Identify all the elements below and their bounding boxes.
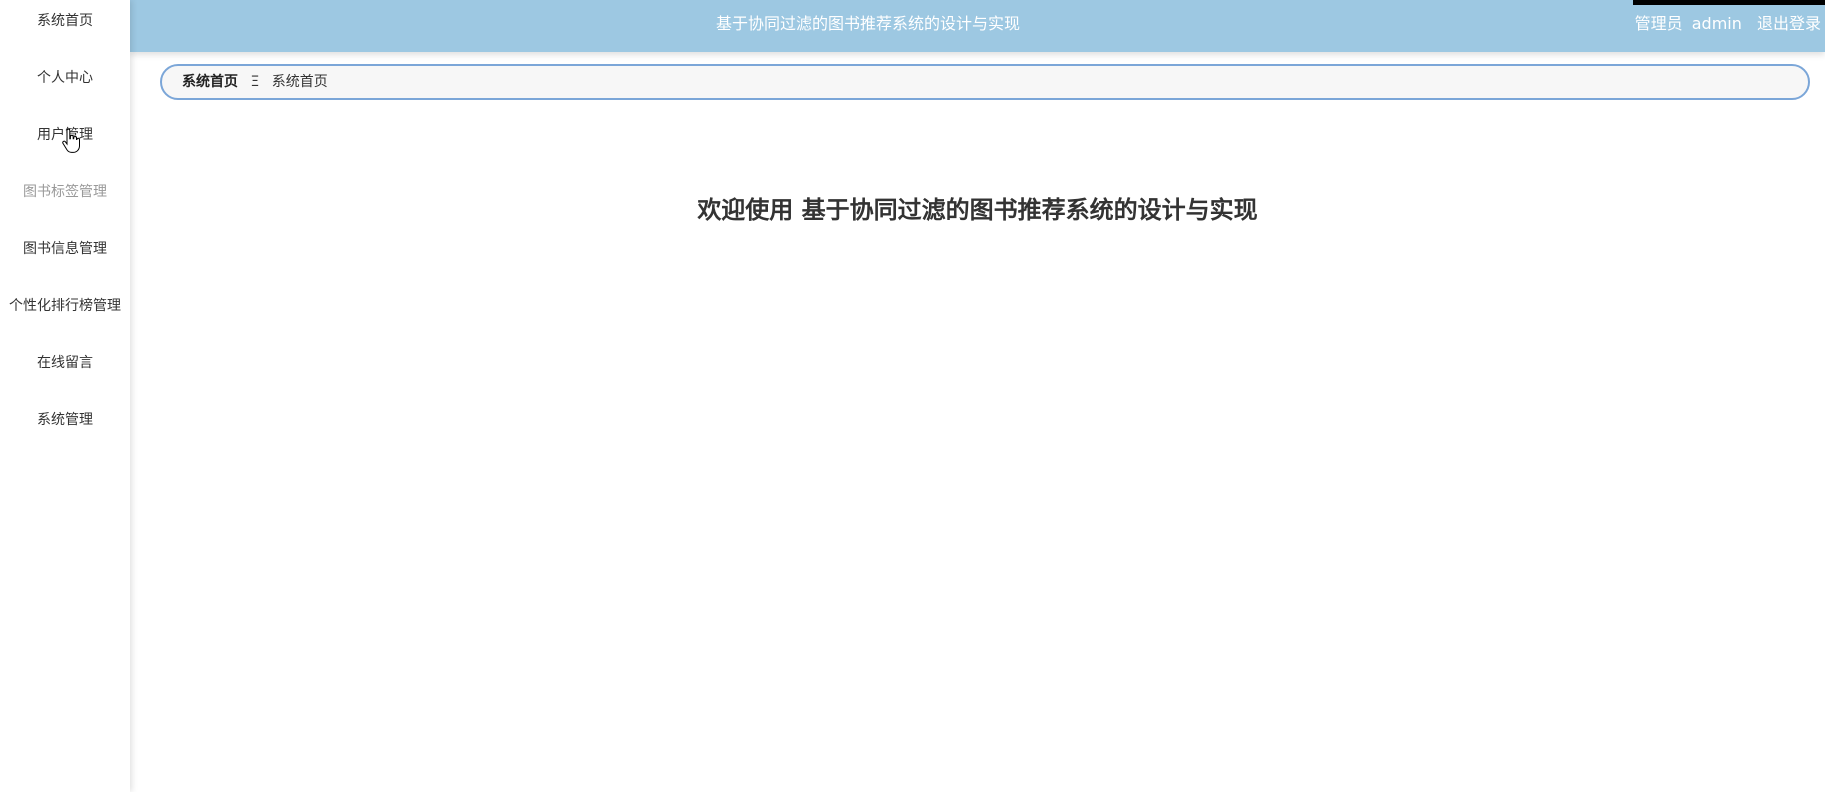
sidebar-item-label: 个人中心	[37, 70, 93, 86]
app-window: 系统首页 个人中心 用户管理 图书标签管理 图书信息管理 个性化排行榜管理 在线…	[0, 0, 1825, 792]
sidebar-item-home[interactable]: 系统首页	[0, 0, 130, 57]
sidebar-item-label: 在线留言	[37, 355, 93, 371]
sidebar: 系统首页 个人中心 用户管理 图书标签管理 图书信息管理 个性化排行榜管理 在线…	[0, 0, 130, 792]
logout-link[interactable]: 退出登录	[1757, 14, 1821, 33]
welcome-heading: 欢迎使用 基于协同过滤的图书推荐系统的设计与实现	[697, 196, 1258, 224]
header-title: 基于协同过滤的图书推荐系统的设计与实现	[715, 14, 1020, 33]
header-user-area: 管理员 admin 退出登录	[1635, 0, 1821, 47]
breadcrumb-current: 系统首页	[271, 74, 328, 90]
top-header: 基于协同过滤的图书推荐系统的设计与实现 管理员 admin 退出登录	[130, 0, 1825, 52]
sidebar-item-label: 图书信息管理	[23, 241, 107, 257]
sidebar-item-book-info[interactable]: 图书信息管理	[0, 228, 130, 285]
sidebar-item-label: 系统管理	[37, 412, 93, 428]
breadcrumb-home-link[interactable]: 系统首页	[182, 74, 238, 90]
sidebar-item-book-tags[interactable]: 图书标签管理	[0, 171, 130, 228]
sidebar-item-label: 个性化排行榜管理	[9, 298, 121, 314]
breadcrumb: 系统首页 Ξ 系统首页	[160, 64, 1810, 100]
sidebar-item-ranking[interactable]: 个性化排行榜管理	[0, 285, 130, 342]
sidebar-item-profile[interactable]: 个人中心	[0, 57, 130, 114]
username: admin	[1691, 14, 1742, 33]
sidebar-item-label: 系统首页	[37, 13, 93, 29]
sidebar-item-system[interactable]: 系统管理	[0, 399, 130, 456]
user-role: 管理员	[1634, 14, 1683, 33]
sidebar-item-messages[interactable]: 在线留言	[0, 342, 130, 399]
breadcrumb-separator-icon: Ξ	[250, 74, 260, 90]
hand-pointer-icon	[62, 129, 80, 153]
sidebar-item-label: 图书标签管理	[23, 184, 107, 200]
top-edge-bar	[1633, 0, 1825, 5]
